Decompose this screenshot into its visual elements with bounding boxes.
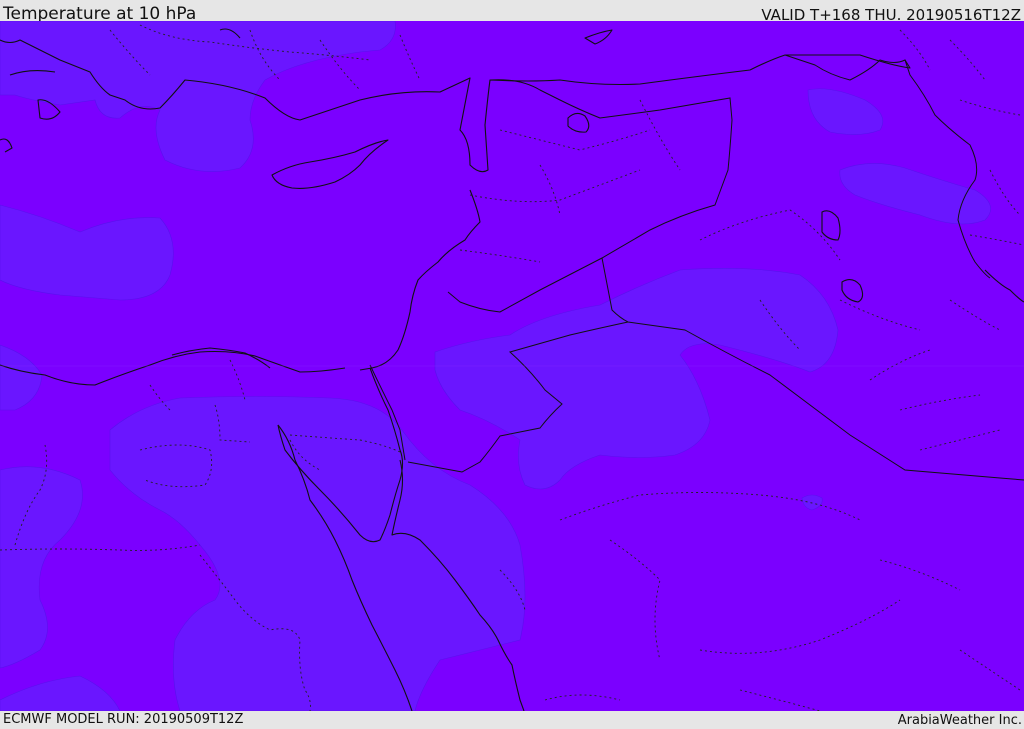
map-svg [0,21,1024,711]
header-bar: Temperature at 10 hPa VALID T+168 THU. 2… [0,0,1024,24]
model-run-label: ECMWF MODEL RUN: 20190509T12Z [3,712,244,727]
footer-bar: ECMWF MODEL RUN: 20190509T12Z ArabiaWeat… [0,711,1024,729]
brand-label: ArabiaWeather Inc. [897,713,1022,728]
weather-map [0,21,1024,711]
